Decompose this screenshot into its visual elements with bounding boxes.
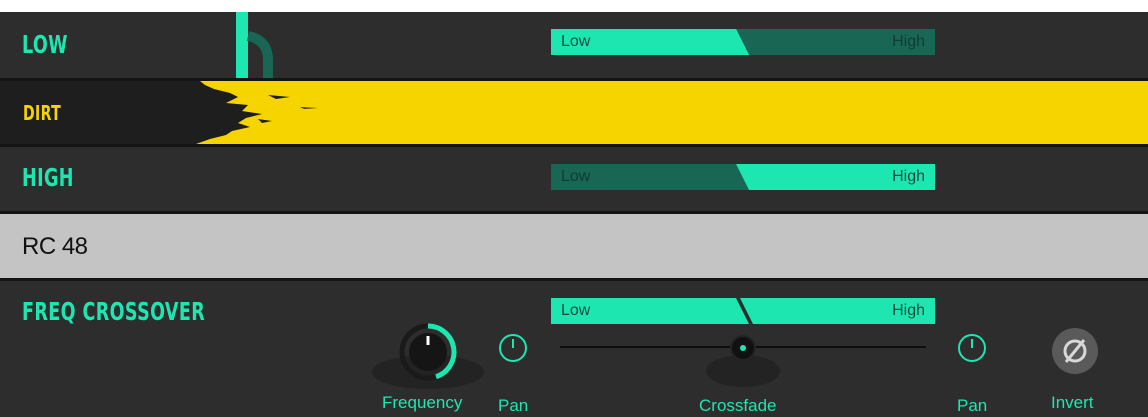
- frequency-knob[interactable]: [396, 320, 466, 390]
- phase-invert-icon: [1063, 339, 1087, 363]
- crossfade-thumb[interactable]: [730, 335, 756, 361]
- pan-right-label: Pan: [957, 396, 988, 415]
- pan-left-label: Pan: [498, 396, 529, 415]
- freq-crossover-row: FREQ CROSSOVER Low High Frequency Pan Cr…: [0, 281, 1148, 417]
- low-band-title: LOW: [22, 30, 68, 59]
- frequency-label: Frequency: [382, 393, 463, 412]
- low-band-row: LOW Low High: [0, 12, 1148, 78]
- invert-label: Invert: [1051, 393, 1094, 412]
- invert-button[interactable]: [1052, 328, 1098, 374]
- low-switch-right-label: High: [892, 33, 925, 50]
- top-strip: [0, 0, 1148, 12]
- pan-right-knob[interactable]: [958, 334, 986, 362]
- low-switch-slant: [551, 29, 935, 55]
- crossover-right-label: High: [892, 302, 925, 319]
- freq-crossover-title: FREQ CROSSOVER: [22, 297, 206, 326]
- dirt-band-row[interactable]: DIRT: [0, 81, 1148, 144]
- crossover-switch-shape: [551, 298, 935, 324]
- crossover-left-label: Low: [561, 302, 591, 319]
- low-switch-left-label: Low: [561, 33, 591, 50]
- dirt-band-title: DIRT: [23, 101, 62, 125]
- crossfade-thumb-dot: [740, 345, 746, 351]
- high-switch-left-label: Low: [561, 168, 591, 185]
- pan-left-knob[interactable]: [499, 334, 527, 362]
- rc48-title: RC 48: [22, 233, 88, 260]
- crossfade-label: Crossfade: [699, 396, 777, 415]
- high-band-title: HIGH: [22, 163, 74, 192]
- high-switch-slant: [551, 164, 935, 190]
- high-switch-right-label: High: [892, 168, 925, 185]
- crossover-switch[interactable]: Low High: [551, 298, 935, 324]
- low-band-switch[interactable]: Low High: [551, 29, 935, 55]
- high-band-switch[interactable]: Low High: [551, 164, 935, 190]
- high-band-row: HIGH Low High: [0, 147, 1148, 211]
- rc48-row[interactable]: RC 48: [0, 214, 1148, 278]
